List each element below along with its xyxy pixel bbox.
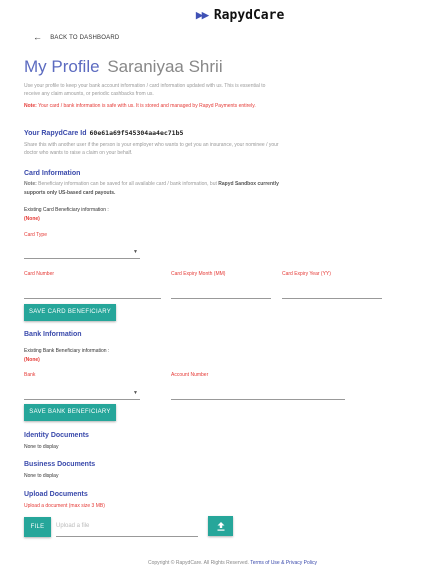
brand-logo-icon: ▶▶ — [196, 10, 209, 20]
expiry-month-label: Card Expiry Month (MM) — [171, 271, 226, 277]
footer-copyright: Copyright © RapydCare. All Rights Reserv… — [148, 560, 249, 566]
identity-docs-empty: None to display — [24, 444, 59, 450]
card-number-label: Card Number — [24, 271, 55, 277]
card-type-underline — [24, 258, 140, 259]
rapydcare-id-row: Your RapydCare Id 60e61a69f545304aa4ec71… — [24, 129, 183, 137]
expiry-month-input[interactable] — [171, 298, 271, 299]
existing-bank-value: (None) — [24, 357, 40, 363]
upload-hint: Upload a document (max size 3 MB) — [24, 503, 105, 509]
card-note-label: Note: — [24, 181, 37, 187]
upload-file-placeholder[interactable]: Upload a file — [56, 523, 89, 529]
upload-heading: Upload Documents — [24, 491, 88, 498]
account-number-input[interactable] — [171, 399, 345, 400]
existing-card-value: (None) — [24, 216, 40, 222]
save-card-beneficiary-button[interactable]: SAVE CARD BENEFICIARY — [24, 304, 116, 321]
brand-header: ▶▶ RapydCare — [196, 8, 284, 23]
identity-docs-heading: Identity Documents — [24, 432, 89, 439]
expiry-year-input[interactable] — [282, 298, 382, 299]
brand-name: RapydCare — [213, 8, 285, 23]
expiry-year-label: Card Expiry Year (YY) — [282, 271, 331, 277]
rapydcare-id-help-1: Share this with another user if the pers… — [24, 142, 279, 148]
back-to-dashboard-link[interactable]: ← BACK TO DASHBOARD — [33, 33, 119, 42]
upload-file-input-underline — [56, 536, 198, 537]
upload-button[interactable] — [208, 516, 233, 536]
account-number-label: Account Number — [171, 372, 209, 378]
terms-privacy-link[interactable]: Terms of Use & Privacy Policy — [250, 560, 317, 566]
card-type-label: Card Type — [24, 232, 47, 238]
chevron-down-icon: ▼ — [133, 249, 138, 255]
card-note-text: Beneficiary information can be saved for… — [38, 181, 217, 187]
card-note-line2: supports only US-based card payouts. — [24, 190, 116, 196]
card-note-bold: Rapyd Sandbox currently — [218, 181, 279, 187]
rapydcare-id-label: Your RapydCare Id — [24, 129, 87, 137]
upload-icon — [217, 521, 224, 531]
business-docs-empty: None to display — [24, 473, 59, 479]
rapydcare-id-help: Share this with another user if the pers… — [24, 141, 324, 157]
file-button[interactable]: FILE — [24, 517, 51, 537]
business-docs-heading: Business Documents — [24, 461, 96, 468]
chevron-down-icon: ▼ — [133, 390, 138, 396]
intro-line-2: receive any claim amounts, or periodic c… — [24, 91, 154, 97]
back-label: BACK TO DASHBOARD — [50, 34, 120, 41]
save-bank-beneficiary-button[interactable]: SAVE BANK BENEFICIARY — [24, 404, 116, 421]
intro-line-1: Use your profile to keep your bank accou… — [24, 83, 266, 89]
footer: Copyright © RapydCare. All Rights Reserv… — [148, 560, 317, 566]
bank-info-heading: Bank Information — [24, 331, 82, 338]
bank-select[interactable]: ▼ — [24, 386, 140, 400]
existing-card-label: Existing Card Beneficiary information : — [24, 207, 109, 213]
card-info-heading: Card Information — [24, 170, 81, 177]
arrow-left-icon: ← — [33, 32, 43, 42]
rapydcare-id-help-2: doctor who wants to raise a claim on you… — [24, 150, 133, 156]
bank-label: Bank — [24, 372, 36, 378]
page-title-text: My Profile — [24, 57, 100, 76]
page-title: My Profile Saraniyaa Shrii — [24, 57, 223, 77]
intro-note-label: Note: — [24, 103, 37, 109]
intro-note-text: Your card / bank information is safe wit… — [38, 103, 256, 109]
intro-text: Use your profile to keep your bank accou… — [24, 82, 324, 98]
card-type-select[interactable]: ▼ — [24, 245, 140, 259]
card-info-note: Note: Beneficiary information can be sav… — [24, 180, 324, 198]
bank-select-underline — [24, 399, 140, 400]
existing-bank-label: Existing Bank Beneficiary information : — [24, 348, 110, 354]
card-number-input[interactable] — [24, 298, 161, 299]
rapydcare-id-value: 60e61a69f545304aa4ec71b5 — [89, 129, 184, 137]
user-name: Saraniyaa Shrii — [107, 57, 223, 76]
intro-note: Note: Your card / bank information is sa… — [24, 102, 324, 110]
